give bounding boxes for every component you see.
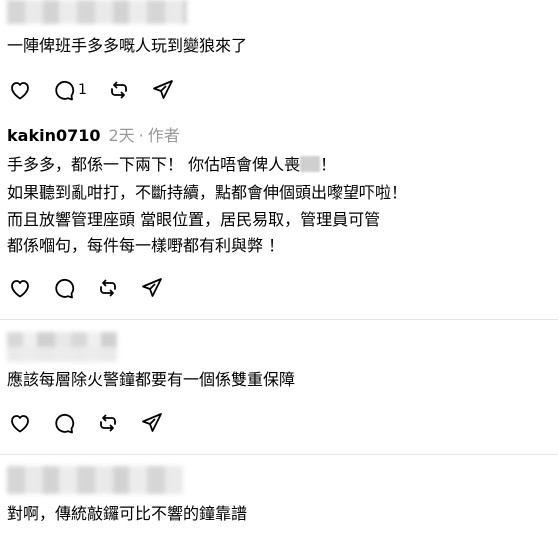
share-button[interactable] (151, 78, 175, 102)
repost-icon (100, 279, 116, 297)
comment-icon (55, 278, 75, 299)
post-text: 應該每層除火警鐘都要有一個係雙重保障 (7, 370, 296, 389)
divider (0, 454, 558, 455)
repost-icon (100, 414, 116, 432)
send-icon (142, 413, 162, 432)
heart-icon (11, 82, 29, 100)
repost-button[interactable] (107, 78, 131, 102)
like-button[interactable] (8, 276, 32, 300)
post-text-line-2: ￼￼如果聽到亂咁打，不斷持續，￼￼點都會伸個頭出嚟望吓啦！ (7, 183, 408, 202)
redacted-username (7, 466, 183, 494)
divider (0, 319, 558, 320)
post-header: kakin0710 2天 · 作者 (7, 122, 180, 146)
redacted-word (300, 156, 321, 172)
reply-button[interactable]: 1 (52, 78, 87, 102)
reply-button[interactable] (52, 411, 76, 435)
like-button[interactable] (8, 411, 32, 435)
send-icon (153, 80, 173, 99)
post-actions (8, 275, 184, 301)
post-text-line-4: ￼都係嗰句，每件每一樣嘢都有利與弊 ！ (7, 236, 285, 255)
repost-button[interactable] (96, 411, 120, 435)
redacted-username (7, 0, 187, 24)
post-actions: 1 (8, 77, 195, 103)
author-badge: 作者 (147, 126, 180, 145)
repost-icon (111, 81, 127, 99)
username[interactable]: kakin0710 (7, 126, 100, 145)
post-text-line-3: ￼而且放響管理￼座頭 ￼當眼位置，￼￼居民易取，￼管理員可管 (7, 210, 381, 229)
post-meta: 2天 · 作者 (108, 126, 180, 145)
send-icon (142, 278, 162, 297)
reply-button[interactable] (52, 276, 76, 300)
comment-icon (55, 80, 75, 101)
heart-icon (11, 415, 29, 433)
post-time: 2天 (108, 126, 135, 145)
post-text-line-1: 手多多，都係一下兩下！ ￼￼你估唔會俾人喪！ (7, 155, 337, 174)
repost-button[interactable] (96, 276, 120, 300)
comment-icon (55, 413, 75, 434)
reply-count: 1 (78, 82, 87, 98)
share-button[interactable] (140, 276, 164, 300)
post-text: 對啊，傳統敲鑼可比不響的鐘靠譜 (7, 504, 248, 523)
heart-icon (11, 280, 29, 298)
post-text: 一陣俾班手多多嘅人玩到變狼來了 (7, 36, 248, 55)
redacted-username (7, 332, 117, 362)
like-button[interactable] (8, 78, 32, 102)
post-actions (8, 410, 184, 436)
share-button[interactable] (140, 411, 164, 435)
